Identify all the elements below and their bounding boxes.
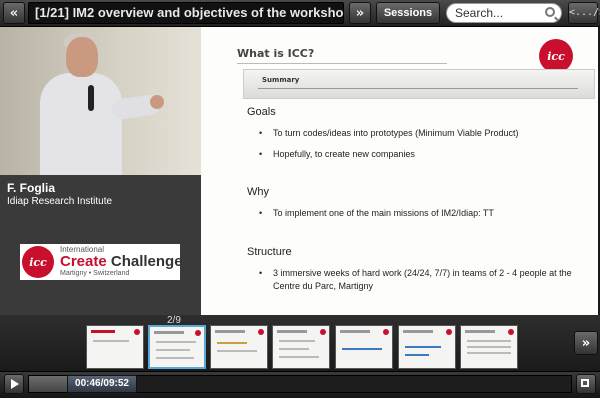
sessions-button[interactable]: Sessions bbox=[376, 2, 440, 24]
speaker-name: F. Foglia bbox=[7, 181, 55, 195]
speaker-body bbox=[40, 73, 122, 175]
slide-title: What is ICC? bbox=[237, 47, 315, 60]
thumbnails-next-button[interactable]: » bbox=[574, 331, 598, 355]
search-icon[interactable] bbox=[545, 7, 555, 17]
thumb-title bbox=[340, 330, 370, 333]
logo-title: Create Challenge bbox=[60, 253, 183, 270]
slide-heading-why: Why bbox=[247, 186, 269, 198]
icc-logo-icon: icc bbox=[22, 246, 54, 278]
thumb-logo-icon bbox=[446, 329, 452, 335]
slide-bullet: To implement one of the main missions of… bbox=[259, 207, 494, 220]
embed-code-button[interactable]: <.../> bbox=[568, 2, 600, 24]
thumb-title bbox=[277, 330, 307, 333]
slide-thumbnail-5[interactable] bbox=[335, 325, 393, 369]
thumb-logo-icon bbox=[195, 330, 201, 336]
slide-icc-logo-icon: icc bbox=[539, 39, 573, 73]
slide-summary-line bbox=[258, 88, 578, 89]
slide-bullet: 3 immersive weeks of hard work (24/24, 7… bbox=[259, 267, 573, 293]
logo-create-word: Create bbox=[60, 253, 107, 270]
thumb-title bbox=[403, 330, 433, 333]
slide-summary-label: Summary bbox=[262, 76, 300, 84]
speaker-hand bbox=[150, 95, 164, 109]
search-input[interactable] bbox=[455, 5, 541, 21]
speaker-head bbox=[66, 37, 98, 77]
slide-bullet: To turn codes/ideas into prototypes (Min… bbox=[259, 127, 518, 140]
slide-bullet: Hopefully, to create new companies bbox=[259, 148, 415, 161]
thumb-title bbox=[154, 331, 184, 334]
progress-fill bbox=[29, 376, 72, 392]
slide-title-divider bbox=[237, 63, 447, 64]
presentation-slide: What is ICC? icc Summary Goals To turn c… bbox=[201, 27, 598, 315]
thumb-line bbox=[279, 348, 309, 350]
thumb-logo-icon bbox=[134, 329, 140, 335]
logo-location: Martigny • Switzerland bbox=[60, 270, 130, 277]
thumb-line bbox=[342, 348, 382, 350]
thumb-line bbox=[93, 340, 129, 342]
thumb-title bbox=[215, 330, 245, 333]
thumb-title bbox=[465, 330, 495, 333]
time-display: 00:46/09:52 bbox=[67, 375, 137, 393]
thumb-line bbox=[217, 350, 257, 352]
thumb-line bbox=[279, 356, 319, 358]
slide-summary-bar: Summary bbox=[243, 69, 595, 99]
thumb-logo-icon bbox=[258, 329, 264, 335]
slide-thumbnail-4[interactable] bbox=[272, 325, 330, 369]
event-logo: icc International Create Challenge Marti… bbox=[20, 244, 183, 280]
next-lecture-button[interactable]: » bbox=[349, 2, 371, 24]
thumb-logo-icon bbox=[383, 329, 389, 335]
slide-thumbnail-2[interactable] bbox=[148, 325, 206, 369]
play-icon[interactable] bbox=[4, 374, 24, 394]
lecture-title: [1/21] IM2 overview and objectives of th… bbox=[28, 2, 344, 24]
thumb-line bbox=[279, 340, 315, 342]
slide-thumbnail-3[interactable] bbox=[210, 325, 268, 369]
thumb-logo-icon bbox=[320, 329, 326, 335]
thumb-logo-icon bbox=[508, 329, 514, 335]
search-box[interactable] bbox=[446, 3, 562, 23]
thumb-line bbox=[467, 346, 511, 348]
thumb-title bbox=[91, 330, 115, 333]
slide-thumbnail-7[interactable] bbox=[460, 325, 518, 369]
slide-heading-goals: Goals bbox=[247, 106, 276, 118]
fullscreen-icon[interactable] bbox=[576, 374, 596, 394]
microphone bbox=[88, 85, 94, 111]
thumb-line bbox=[156, 357, 194, 359]
speaker-organization: Idiap Research Institute bbox=[7, 196, 113, 207]
slide-heading-structure: Structure bbox=[247, 246, 292, 258]
thumb-line bbox=[405, 346, 441, 348]
slide-thumbnail-6[interactable] bbox=[398, 325, 456, 369]
slide-thumbnail-1[interactable] bbox=[86, 325, 144, 369]
thumb-line bbox=[156, 349, 190, 351]
previous-lecture-button[interactable]: « bbox=[3, 2, 25, 24]
thumb-line bbox=[467, 352, 511, 354]
thumb-line bbox=[467, 340, 511, 342]
thumb-line bbox=[156, 341, 196, 343]
thumb-line bbox=[217, 342, 247, 344]
speaker-video[interactable] bbox=[0, 27, 201, 175]
logo-challenge-word: Challenge bbox=[110, 253, 183, 270]
thumb-line bbox=[405, 354, 429, 356]
